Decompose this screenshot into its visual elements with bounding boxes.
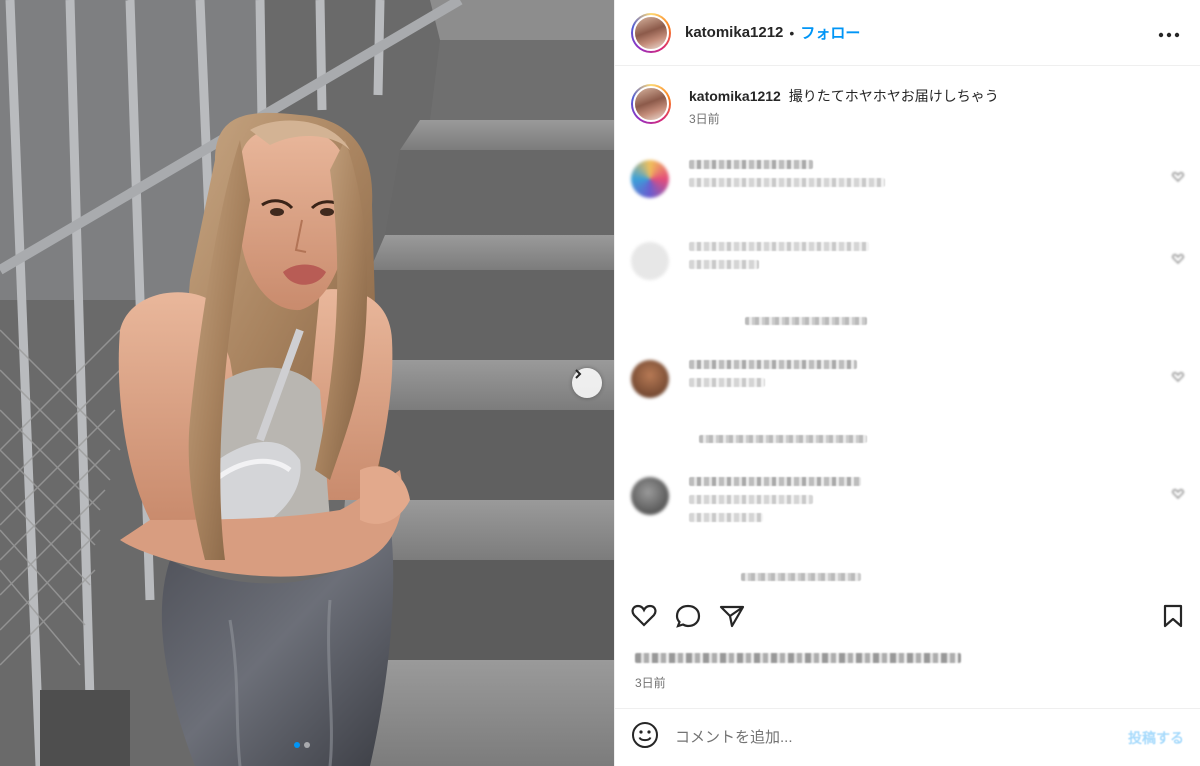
comment-item bbox=[631, 160, 1184, 198]
view-replies-blurred[interactable] bbox=[745, 317, 867, 325]
author-username[interactable]: katomika1212 bbox=[685, 24, 783, 41]
post-photo bbox=[0, 0, 614, 766]
comment-meta-blurred bbox=[689, 260, 759, 269]
comment-item bbox=[631, 477, 1184, 531]
bookmark-icon[interactable] bbox=[1162, 604, 1184, 628]
post-header: katomika1212 • フォロー bbox=[615, 0, 1200, 66]
author-avatar[interactable] bbox=[631, 12, 671, 53]
photo-illustration bbox=[0, 0, 614, 766]
comment-item bbox=[631, 242, 1184, 280]
emoji-icon[interactable] bbox=[631, 721, 659, 754]
carousel-next-button[interactable] bbox=[572, 368, 602, 398]
more-options-icon[interactable] bbox=[1154, 22, 1184, 43]
carousel-indicator bbox=[294, 742, 310, 748]
comment-avatar[interactable] bbox=[631, 160, 669, 198]
view-replies-blurred[interactable] bbox=[699, 435, 867, 443]
caption-username[interactable]: katomika1212 bbox=[689, 88, 781, 104]
comment-text-blurred bbox=[689, 477, 861, 486]
comment-avatar[interactable] bbox=[631, 360, 669, 398]
carousel-dot bbox=[304, 742, 310, 748]
comment-meta-blurred bbox=[689, 513, 763, 522]
view-replies-blurred[interactable] bbox=[741, 573, 861, 581]
post-timestamp: 3日前 bbox=[635, 676, 666, 690]
comment-item bbox=[631, 360, 1184, 398]
comment-text-blurred bbox=[689, 242, 869, 251]
comment-text-blurred bbox=[689, 360, 857, 369]
carousel-dot-active bbox=[294, 742, 300, 748]
comment-meta-blurred bbox=[689, 178, 885, 187]
follow-button[interactable]: フォロー bbox=[800, 22, 860, 43]
paper-plane-icon[interactable] bbox=[719, 604, 745, 628]
comment-icon[interactable] bbox=[675, 604, 701, 628]
post-comment-button[interactable]: 投稿する bbox=[1128, 728, 1184, 748]
separator-dot: • bbox=[789, 24, 795, 41]
add-comment-bar: 投稿する bbox=[615, 708, 1200, 766]
comment-like-icon[interactable] bbox=[1172, 372, 1184, 382]
comment-text-blurred bbox=[689, 160, 813, 169]
comment-like-icon[interactable] bbox=[1172, 489, 1184, 499]
comment-input[interactable] bbox=[675, 729, 1128, 746]
post-actions bbox=[631, 600, 1184, 632]
comment-like-icon[interactable] bbox=[1172, 172, 1184, 182]
comment-text-blurred bbox=[689, 495, 813, 504]
comment-avatar[interactable] bbox=[631, 242, 669, 280]
caption-avatar[interactable] bbox=[631, 84, 671, 124]
comment-meta-blurred bbox=[689, 378, 765, 387]
caption-text: 撮りたてホヤホヤお届けしちゃう bbox=[788, 88, 999, 104]
post-caption: katomika1212 撮りたてホヤホヤお届けしちゃう 3日前 bbox=[615, 66, 1200, 127]
comment-like-icon[interactable] bbox=[1172, 254, 1184, 264]
heart-icon[interactable] bbox=[631, 604, 657, 628]
likes-summary-blurred[interactable] bbox=[635, 653, 961, 663]
caption-timestamp: 3日前 bbox=[689, 112, 720, 126]
post-sidebar: katomika1212 • フォロー katomika1212 撮りたてホヤホ… bbox=[614, 0, 1200, 766]
comment-avatar[interactable] bbox=[631, 477, 669, 515]
